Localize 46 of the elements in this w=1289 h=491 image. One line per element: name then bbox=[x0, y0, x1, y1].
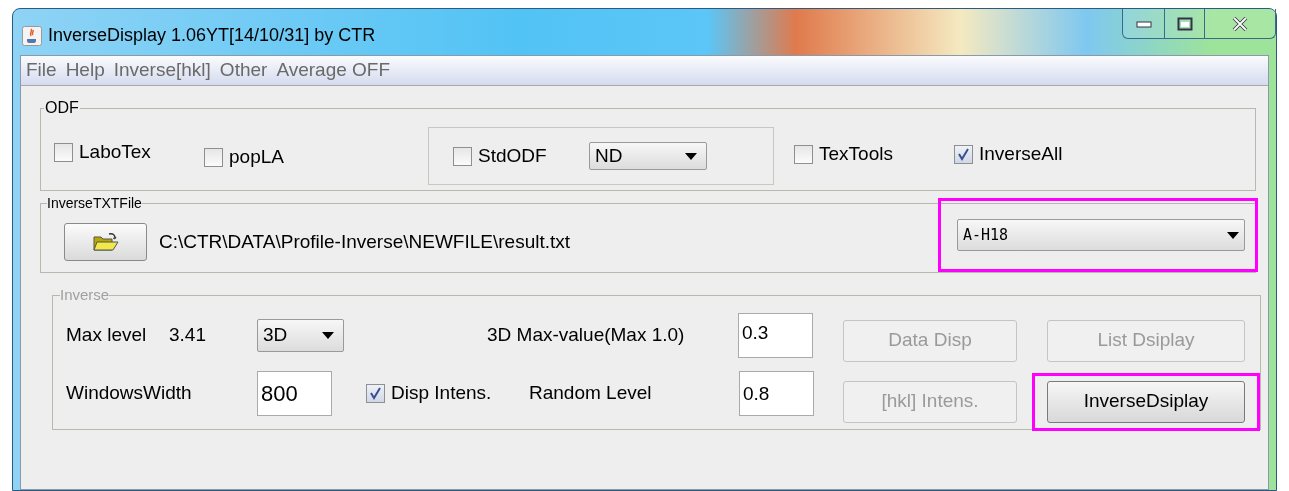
minimize-icon bbox=[1135, 19, 1152, 28]
field-label: WindowsWidth bbox=[66, 381, 193, 406]
checkbox-label: InverseAll bbox=[979, 141, 1063, 166]
checkbox[interactable] bbox=[204, 147, 223, 167]
windows-width-field[interactable]: 800 bbox=[257, 371, 332, 416]
minimize-button[interactable] bbox=[1123, 9, 1165, 38]
maximize-button[interactable] bbox=[1165, 9, 1205, 38]
checkbox-label: StdODF bbox=[478, 143, 547, 168]
java-cup-icon bbox=[22, 25, 42, 46]
max-value-field[interactable]: 0.3 bbox=[738, 313, 813, 358]
field-label: Random Level bbox=[529, 381, 653, 406]
field-label: Max level bbox=[66, 323, 148, 348]
group-title: Inverse bbox=[60, 285, 110, 305]
folder-icon bbox=[92, 232, 119, 252]
file-dropdown[interactable]: A-H18 bbox=[957, 219, 1245, 251]
menu-item[interactable]: Average OFF bbox=[276, 56, 391, 85]
checkbox[interactable] bbox=[453, 146, 472, 166]
max-level-value: 3.41 bbox=[169, 323, 207, 348]
file-path: C:\CTR\DATA\Profile-Inverse\NEWFILE\result.txt bbox=[159, 229, 571, 254]
odf-dropdown[interactable]: ND bbox=[589, 142, 707, 170]
close-icon bbox=[1232, 16, 1248, 31]
menu-item[interactable]: Help bbox=[65, 56, 105, 85]
close-button[interactable] bbox=[1205, 9, 1275, 38]
menu-item[interactable]: File bbox=[26, 56, 57, 85]
checkbox-label: popLA bbox=[229, 144, 284, 169]
checkbox-label: Disp Intens. bbox=[391, 381, 492, 406]
action-button[interactable]: InverseDsiplay bbox=[1047, 380, 1245, 423]
checkbox-label: LaboTex bbox=[79, 139, 151, 164]
caret-icon bbox=[1227, 231, 1239, 239]
checkbox[interactable] bbox=[54, 142, 73, 162]
caret-icon bbox=[322, 332, 334, 339]
menu-item[interactable]: Other bbox=[219, 56, 268, 85]
field-label: 3D Max-value(Max 1.0) bbox=[487, 323, 686, 348]
open-file-button[interactable] bbox=[64, 223, 147, 261]
menu-item[interactable]: Inverse[hkl] bbox=[113, 56, 211, 85]
mode-dropdown[interactable]: 3D bbox=[257, 319, 344, 352]
checkbox[interactable] bbox=[366, 384, 385, 403]
checkbox[interactable] bbox=[794, 144, 813, 164]
checkbox[interactable] bbox=[954, 144, 973, 164]
group-title: InverseTXTFile bbox=[47, 194, 142, 213]
maximize-icon bbox=[1176, 16, 1193, 31]
window-title: InverseDisplay 1.06YT[14/10/31] by CTR bbox=[48, 24, 376, 47]
checkbox-label: TexTools bbox=[819, 141, 893, 166]
random-level-field[interactable]: 0.8 bbox=[739, 371, 814, 416]
caret-icon bbox=[685, 152, 697, 160]
group-title: ODF bbox=[44, 98, 80, 118]
